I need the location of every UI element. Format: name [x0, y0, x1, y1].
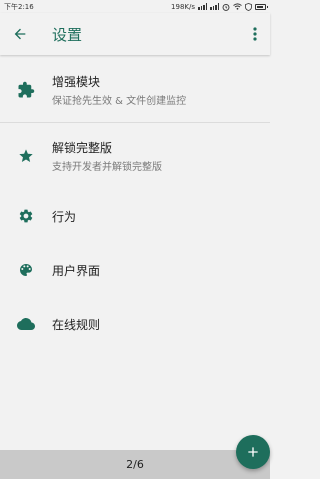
net-speed: 198K/s	[171, 2, 195, 11]
page-indicator-bar: 2/6	[0, 450, 270, 479]
status-icons: 198K/s	[171, 2, 268, 11]
more-vert-icon	[253, 27, 257, 41]
item-title: 用户界面	[52, 263, 101, 278]
item-subtitle: 支持开发者并解锁完整版	[52, 162, 162, 173]
status-bar: 下午2:16 198K/s	[0, 0, 270, 13]
list-item-online-rules[interactable]: 在线规则	[0, 297, 270, 351]
back-button[interactable]	[0, 13, 40, 55]
signal-icon	[198, 3, 207, 10]
arrow-left-icon	[14, 28, 26, 40]
item-title: 行为	[52, 209, 77, 224]
item-title: 增强模块	[52, 75, 101, 89]
item-subtitle: 保证抢先生效 & 文件创建监控	[52, 96, 187, 107]
list-item-enhance-module[interactable]: 增强模块 保证抢先生效 & 文件创建监控	[0, 56, 270, 122]
puzzle-icon	[0, 81, 52, 99]
add-fab-button[interactable]	[236, 435, 270, 469]
list-item-behavior[interactable]: 行为	[0, 189, 270, 243]
list-item-user-interface[interactable]: 用户界面	[0, 243, 270, 297]
page-title: 设置	[52, 25, 83, 44]
palette-icon	[0, 262, 52, 278]
gear-icon	[0, 208, 52, 224]
status-time: 下午2:16	[4, 2, 34, 11]
shield-icon	[245, 2, 252, 11]
page-indicator: 2/6	[126, 458, 144, 471]
plus-icon	[248, 447, 258, 457]
item-title: 在线规则	[52, 317, 101, 332]
alarm-icon	[222, 3, 230, 11]
overflow-menu-button[interactable]	[240, 13, 270, 55]
battery-icon	[255, 3, 268, 10]
star-icon	[0, 148, 52, 164]
cloud-icon	[0, 315, 52, 333]
list-item-unlock-full[interactable]: 解锁完整版 支持开发者并解锁完整版	[0, 123, 270, 189]
item-title: 解锁完整版	[52, 141, 113, 155]
settings-list: 增强模块 保证抢先生效 & 文件创建监控 解锁完整版 支持开发者并解锁完整版 行…	[0, 56, 270, 351]
app-bar: 设置	[0, 13, 270, 55]
wifi-icon	[233, 3, 242, 10]
signal-icon-2	[210, 3, 219, 10]
